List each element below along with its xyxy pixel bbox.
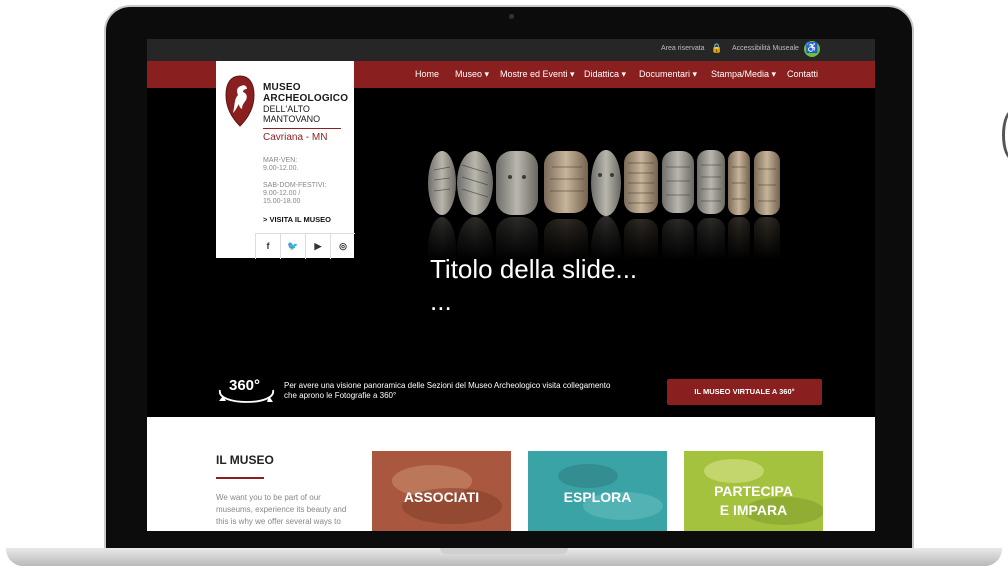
- virtual-museum-360-button[interactable]: IL MUSEO VIRTUALE A 360°: [667, 379, 822, 405]
- divider: [263, 128, 341, 129]
- top-bar: Area riservata 🔒 Accessibilità Museale ♿: [147, 39, 875, 61]
- opening-hours-weekdays: MAR-VEN: 9.00-12.00.: [263, 157, 299, 172]
- accessibility-icon[interactable]: ♿: [804, 41, 820, 57]
- nav-contatti[interactable]: Contatti: [787, 69, 818, 79]
- nav-mostre-eventi[interactable]: Mostre ed Eventi ▾: [500, 69, 575, 80]
- tile-associati[interactable]: ASSOCIATI: [372, 451, 511, 531]
- nav-home[interactable]: Home: [415, 69, 439, 79]
- nav-museo[interactable]: Museo ▾: [455, 69, 489, 80]
- accessibility-link[interactable]: Accessibilità Museale: [732, 45, 799, 52]
- panorama-description: Per avere una visione panoramica delle S…: [284, 381, 611, 400]
- nav-didattica[interactable]: Didattica ▾: [584, 69, 626, 80]
- il-museo-title: IL MUSEO: [216, 453, 274, 467]
- museum-crest-icon[interactable]: [225, 75, 255, 127]
- youtube-icon[interactable]: ▶: [305, 233, 330, 259]
- panorama-badge-text: 360°: [229, 377, 260, 394]
- decorative-arc: [1002, 110, 1008, 160]
- slide-title: Titolo della slide...: [430, 254, 638, 284]
- slide-subtitle: ...: [430, 286, 452, 316]
- chevron-down-icon: ▾: [484, 69, 490, 79]
- chevron-down-icon: ▾: [570, 69, 575, 79]
- title-underline: [216, 477, 264, 479]
- chevron-down-icon: ▾: [692, 69, 698, 79]
- instagram-icon[interactable]: ◎: [330, 233, 355, 259]
- webcam: [509, 14, 514, 19]
- area-riservata-link[interactable]: Area riservata: [661, 45, 705, 52]
- chevron-down-icon: ▾: [771, 69, 777, 79]
- il-museo-section: IL MUSEO We want you to be part of our m…: [147, 417, 875, 531]
- facebook-icon[interactable]: f: [255, 233, 280, 259]
- tile-esplora[interactable]: ESPLORA: [528, 451, 667, 531]
- nav-stampa-media[interactable]: Stampa/Media ▾: [711, 69, 776, 80]
- website-screen: Area riservata 🔒 Accessibilità Museale ♿…: [147, 39, 875, 531]
- panorama-360-icon: 360°: [219, 377, 274, 403]
- twitter-icon[interactable]: 🐦: [280, 233, 305, 259]
- chevron-down-icon: ▾: [621, 69, 627, 79]
- nav-documentari[interactable]: Documentari ▾: [639, 69, 697, 80]
- museum-subtitle: DELL'ALTO MANTOVANO: [263, 104, 321, 124]
- museum-city: Cavriana - MN: [263, 132, 328, 143]
- museum-title: MUSEO ARCHEOLOGICO: [263, 82, 349, 104]
- il-museo-text: We want you to be part of our museums, e…: [216, 493, 347, 526]
- museum-logo-card: MUSEO ARCHEOLOGICO DELL'ALTO MANTOVANO C…: [216, 61, 355, 259]
- tile-partecipa-e-impara[interactable]: PARTECIPA E IMPARA: [684, 451, 823, 531]
- laptop-notch: [440, 548, 568, 554]
- opening-hours-weekend: SAB-DOM-FESTIVI: 9.00-12.00 / 15.00-18.0…: [263, 182, 327, 205]
- lock-icon: 🔒: [711, 43, 723, 53]
- visit-museum-link[interactable]: > VISITA IL MUSEO: [263, 215, 331, 224]
- slide-image-stone-tablets: [422, 150, 782, 260]
